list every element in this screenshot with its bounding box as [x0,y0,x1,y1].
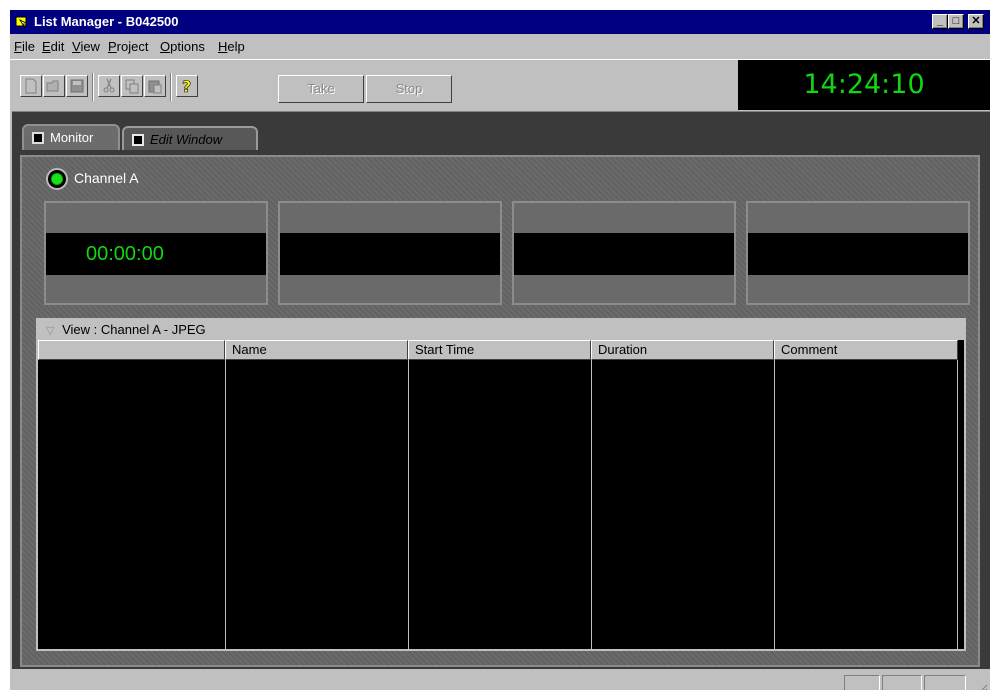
toolbar-separator [92,73,94,101]
status-pane-3 [924,675,966,690]
timecode-box-2 [278,201,502,305]
timecode-box-4 [746,201,970,305]
close-icon: ✕ [971,15,981,27]
window-title: List Manager - B042500 [34,14,179,29]
list-view-title: View : Channel A - JPEG [62,322,206,337]
column-divider [225,360,226,649]
maximize-icon: □ [952,15,960,27]
menu-help[interactable]: Help [218,39,245,54]
maximize-button[interactable]: □ [948,14,964,29]
channel-label: Channel A [74,170,139,186]
column-header-start-time[interactable]: Start Time [408,340,591,360]
svg-text:?: ? [182,77,191,96]
new-button[interactable] [20,75,42,97]
open-button[interactable] [43,75,65,97]
paste-button[interactable] [144,75,166,97]
tab-monitor[interactable]: Monitor [22,124,120,150]
minimize-icon: _ [936,15,944,27]
column-divider [591,360,592,649]
close-button[interactable]: ✕ [968,14,984,29]
tab-monitor-label: Monitor [50,130,94,145]
scissors-icon [103,78,115,93]
menu-options[interactable]: Options [160,39,205,54]
toolbar-separator [170,73,172,101]
help-button[interactable]: ? [176,75,198,97]
copy-icon [125,79,139,94]
tab-square-icon [132,134,144,146]
floppy-disk-icon [70,79,84,93]
menu-view[interactable]: View [72,39,100,54]
column-divider [957,360,958,649]
menu-file[interactable]: File [14,39,35,54]
menu-edit[interactable]: Edit [42,39,64,54]
minimize-button[interactable]: _ [932,14,948,29]
timecode-box-1: 00:00:00 [44,201,268,305]
menu-project[interactable]: Project [108,39,148,54]
tab-edit-window[interactable]: Edit Window [122,126,258,150]
copy-button[interactable] [121,75,143,97]
column-header-duration[interactable]: Duration [591,340,774,360]
tab-edit-window-label: Edit Window [150,132,223,147]
app-icon [15,16,29,29]
stop-button[interactable]: Stop [366,75,452,103]
timecode-display: 00:00:00 [46,233,266,275]
list-manager-window: List Manager - B042500 _ □ ✕ File Edit V… [10,10,990,690]
column-header-blank[interactable] [38,340,225,360]
timecode-display-empty [514,233,734,275]
open-folder-icon [46,80,59,92]
new-document-icon [25,78,37,94]
tab-square-icon [32,132,44,144]
help-question-icon: ? [182,77,192,97]
column-divider [774,360,775,649]
clock-display: 14:24:10 [738,60,990,110]
cut-button[interactable] [98,75,120,97]
status-pane-1 [844,675,880,690]
timecode-display-empty [748,233,968,275]
column-divider [408,360,409,649]
event-list-view[interactable]: ▽ View : Channel A - JPEG Name Start Tim… [36,318,966,651]
timecode-box-3 [512,201,736,305]
collapse-triangle-icon[interactable]: ▽ [46,321,54,341]
take-button[interactable]: Take [278,75,364,103]
paste-icon [148,80,162,94]
column-header-comment[interactable]: Comment [774,340,958,360]
timecode-display-empty [280,233,500,275]
save-button[interactable] [66,75,88,97]
menu-bar: File Edit View Project Options Help [10,35,990,57]
title-bar[interactable]: List Manager - B042500 _ □ ✕ [10,10,990,34]
channel-status-led-icon[interactable] [46,168,68,190]
column-header-name[interactable]: Name [225,340,408,360]
resize-grip-icon[interactable] [974,682,988,690]
list-view-header[interactable]: ▽ View : Channel A - JPEG [38,320,964,340]
status-pane-2 [882,675,922,690]
status-bar [10,672,990,690]
